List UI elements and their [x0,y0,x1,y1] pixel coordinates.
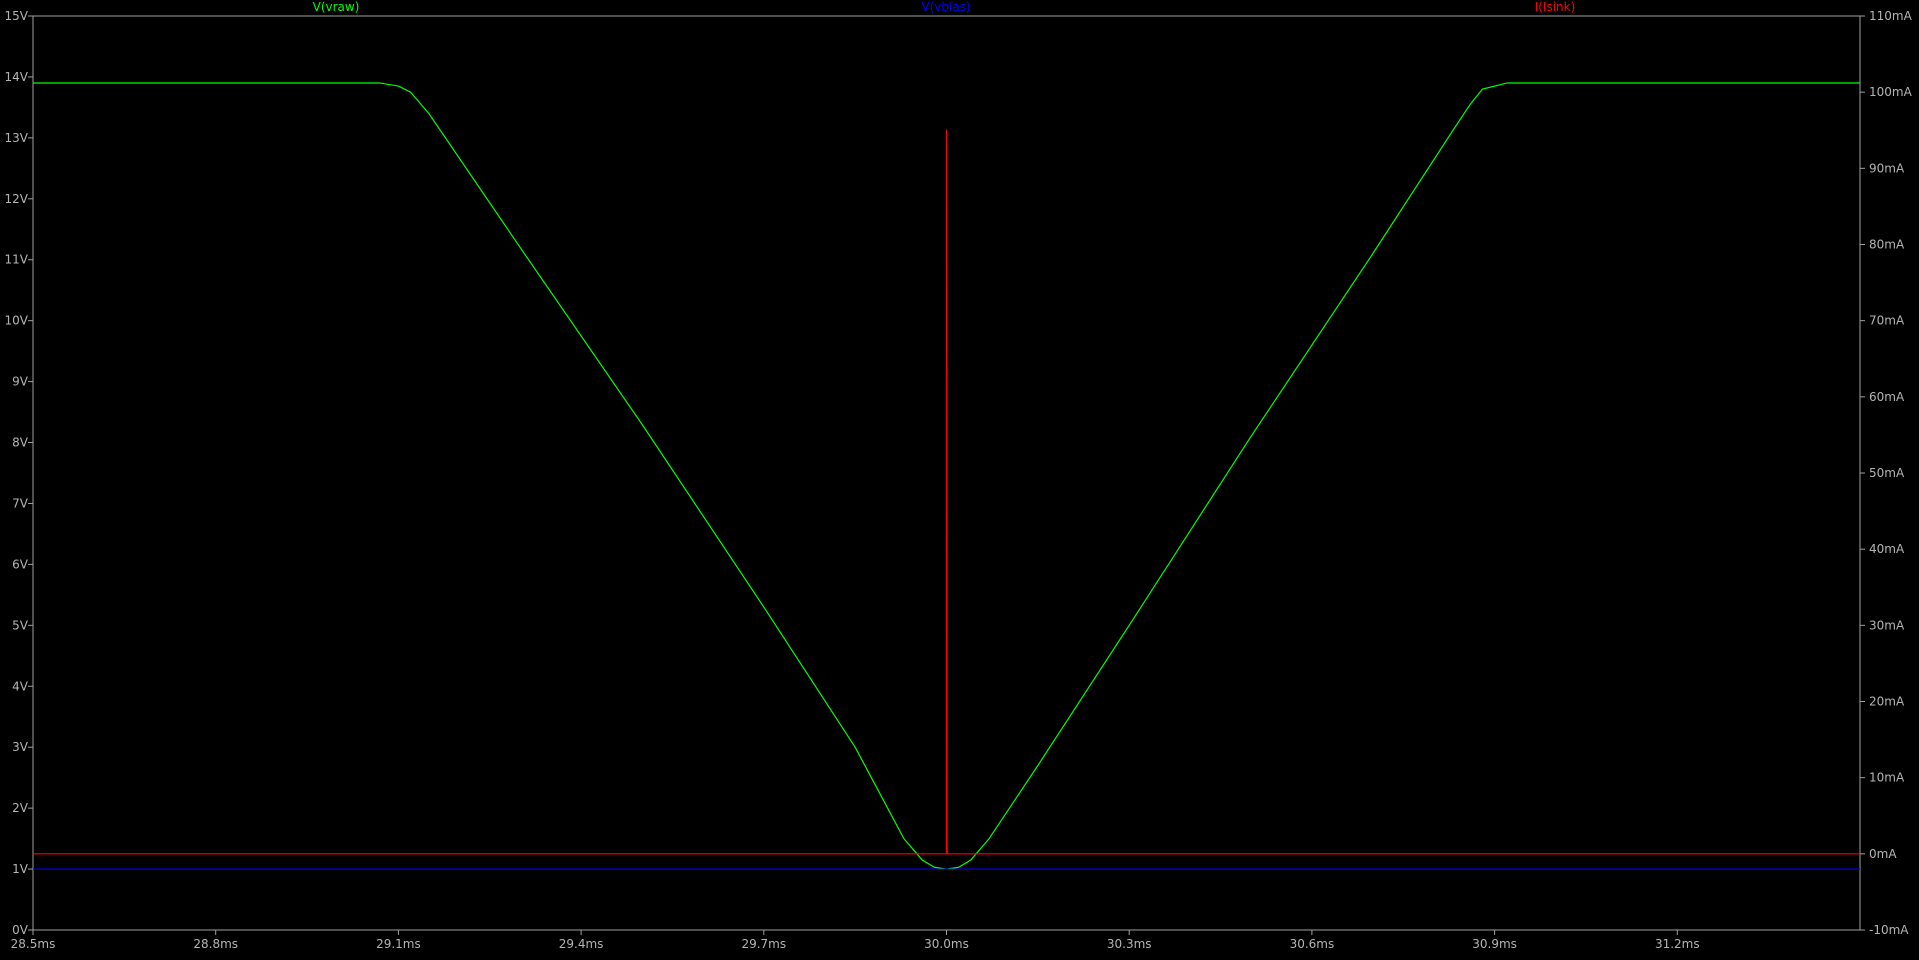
waveform-plot: 28.5ms 28.8ms 29.1ms 29.4ms 29.7ms 30.0ms 30.3… [0,0,1919,956]
y2-tick-label: 90mA [1869,161,1905,175]
x-tick-label: 31.2ms [1655,937,1700,951]
y-tick-label: 2V [12,801,29,815]
y2-tick-label: 60mA [1869,390,1905,404]
y-tick-label: 10V [5,314,29,328]
y-tick-label: 4V [12,679,29,693]
x-tick-label: 29.1ms [376,937,421,951]
y-tick-label: 8V [12,436,29,450]
y-tick-label: 3V [12,740,29,754]
legend-vbias[interactable]: V(vbias) [921,0,970,14]
y-tick-label: 9V [12,375,29,389]
y2-tick-label: 20mA [1869,695,1905,709]
x-tick-label: 29.4ms [559,937,604,951]
y-tick-label: 11V [5,253,29,267]
y2-tick-label: 50mA [1869,466,1905,480]
x-tick-label: 30.9ms [1472,937,1517,951]
x-tick-label: 30.6ms [1290,937,1335,951]
y2-tick-label: 80mA [1869,238,1905,252]
y-tick-label: 0V [12,923,29,937]
y-tick-label: 5V [12,618,29,632]
y-tick-label: 14V [5,70,29,84]
y2-tick-label: 70mA [1869,314,1905,328]
y-tick-label: 6V [12,557,29,571]
legend-vraw[interactable]: V(vraw) [313,0,360,14]
y2-tick-label: 40mA [1869,542,1905,556]
y-tick-label: 13V [5,131,29,145]
y2-tick-label: 0mA [1869,847,1897,861]
y2-tick-label: 10mA [1869,771,1905,785]
plot-canvas: 28.5ms 28.8ms 29.1ms 29.4ms 29.7ms 30.0ms 30.3… [0,0,1919,956]
x-tick-label: 28.5ms [11,937,56,951]
plot-background [0,0,1919,956]
x-tick-label: 30.3ms [1107,937,1152,951]
x-tick-label: 30.0ms [924,937,969,951]
y2-tick-label: 110mA [1869,9,1913,23]
y2-tick-label: 30mA [1869,618,1905,632]
y-tick-label: 7V [12,496,29,510]
y-tick-label: 15V [5,9,29,23]
x-tick-label: 28.8ms [193,937,238,951]
y-tick-label: 12V [5,192,29,206]
y2-tick-label: 100mA [1869,85,1913,99]
legend-isink[interactable]: I(Isink) [1535,0,1576,14]
y-tick-label: 1V [12,862,29,876]
y2-tick-label: -10mA [1869,923,1909,937]
x-tick-label: 29.7ms [741,937,786,951]
